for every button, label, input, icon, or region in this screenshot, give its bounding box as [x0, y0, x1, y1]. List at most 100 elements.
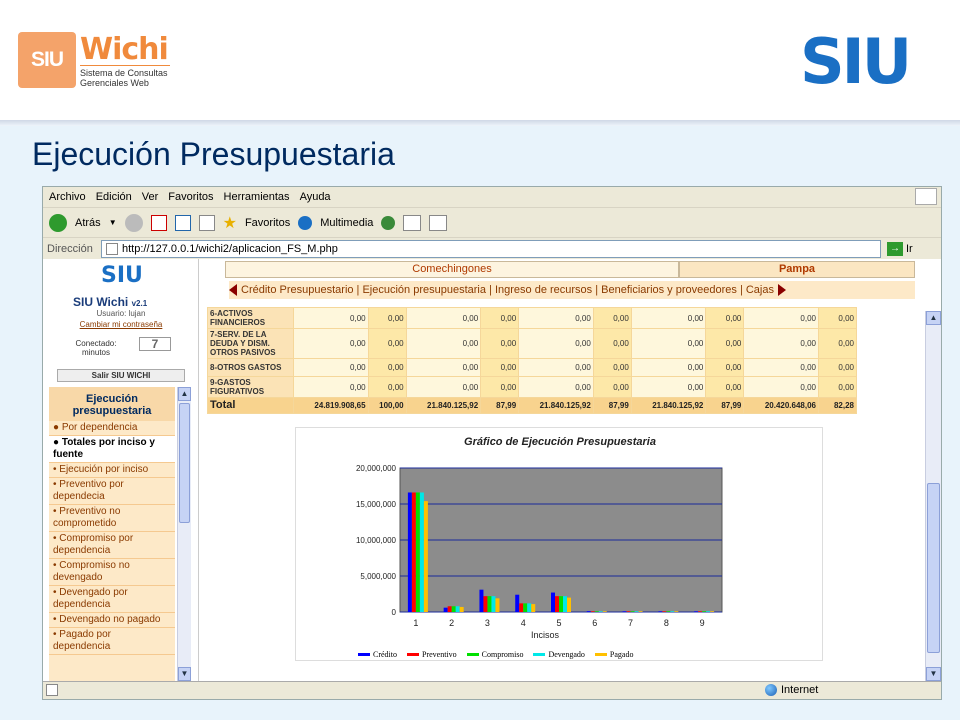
section-nav: Crédito Presupuestario | Ejecución presu… [229, 281, 915, 299]
stop-icon[interactable] [150, 214, 167, 231]
app-name: SIU Wichi [73, 295, 129, 309]
legend-item: Crédito [358, 650, 397, 659]
bar [702, 611, 707, 612]
mail-icon[interactable] [403, 214, 422, 231]
content-scrollbar[interactable]: ▲ ▼ [925, 311, 941, 681]
legend-item: Pagado [594, 650, 633, 659]
address-field[interactable]: http://127.0.0.1/wichi2/aplicacion_FS_M.… [101, 239, 881, 258]
refresh-icon[interactable] [174, 214, 191, 231]
back-button-label[interactable]: Atrás [75, 217, 101, 229]
favorites-button-label[interactable]: Favoritos [245, 217, 290, 229]
menu-favoritos[interactable]: Favoritos [168, 191, 213, 203]
table-cell: 24.819.908,65 [293, 397, 369, 414]
bar [634, 611, 639, 612]
content-scroll-down-arrow[interactable]: ▼ [926, 667, 941, 681]
multimedia-icon[interactable] [298, 215, 313, 230]
sidebar-menu-item[interactable]: • Devengado por dependencia [49, 586, 175, 613]
sidebar-menu-item[interactable]: • Preventivo por dependecia [49, 478, 175, 505]
menu-herramientas[interactable]: Herramientas [224, 191, 290, 203]
x-tick-label: 1 [413, 618, 418, 628]
sidebar-menu-item[interactable]: ● Por dependencia [49, 421, 175, 436]
sidebar-menu-item[interactable]: • Compromiso no devengado [49, 559, 175, 586]
bar [670, 611, 675, 612]
home-icon[interactable] [198, 214, 215, 231]
back-arrow-icon[interactable] [49, 213, 67, 232]
legend-swatch [407, 653, 419, 656]
table-cell: 0,00 [743, 376, 819, 398]
table-cell: 82,28 [818, 397, 857, 414]
table-cell: 87,99 [480, 397, 520, 414]
scroll-thumb[interactable] [179, 403, 190, 523]
chart-svg: 0 5,000,000 10,000,000 15,000,000 20,000,000… [356, 464, 723, 640]
back-dropdown-icon[interactable]: ▼ [109, 218, 117, 227]
bar [443, 607, 448, 612]
menu-ayuda[interactable]: Ayuda [300, 191, 331, 203]
favorites-star-icon[interactable]: ★ [223, 213, 237, 233]
content-scroll-thumb[interactable] [927, 483, 940, 653]
table-row: 7-SERV. DE LA DEUDA Y DISM. OTROS PASIVO… [207, 328, 857, 359]
table-cell: 0,00 [293, 376, 369, 398]
go-label[interactable]: Ir [906, 243, 913, 255]
table-cell: 0,00 [743, 307, 819, 329]
sidebar-app-name: SIU Wichi v2.1 [73, 295, 147, 309]
table-cell: 0,00 [293, 358, 369, 377]
table-cell: 0,00 [705, 376, 745, 398]
sidebar-menu-item[interactable]: • Compromiso por dependencia [49, 532, 175, 559]
table-cell: 0,00 [367, 328, 407, 359]
bar [415, 492, 420, 612]
scroll-down-arrow[interactable]: ▼ [178, 667, 191, 681]
bar [519, 603, 524, 612]
nav-right-arrow-icon[interactable] [777, 284, 786, 296]
bar [523, 603, 528, 612]
browser-toolbar: Atrás ▼ ★ Favoritos Multimedia [43, 207, 941, 237]
sidebar-menu-item[interactable]: • Preventivo no comprometido [49, 505, 175, 532]
sidebar-scrollbar[interactable]: ▲ ▼ [177, 387, 191, 681]
forward-arrow-icon[interactable] [124, 213, 143, 232]
menu-ver[interactable]: Ver [142, 191, 159, 203]
table-cell: 0,00 [630, 376, 707, 398]
table-row: 9-GASTOS FIGURATIVOS 0,00 0,00 0,00 0,00 0,00… [207, 376, 857, 398]
row-label: 6-ACTIVOS FINANCIEROS [207, 307, 294, 329]
table-cell: 0,00 [405, 358, 482, 377]
menu-archivo[interactable]: Archivo [49, 191, 86, 203]
sidebar-menu-item[interactable]: ● Totales por inciso y fuente [49, 436, 175, 463]
row-label: Total [207, 397, 294, 414]
go-arrow-icon[interactable]: → [887, 241, 903, 256]
bar [674, 611, 679, 612]
exit-button[interactable]: Salir SIU WICHI [57, 369, 185, 382]
change-password-link[interactable]: Cambiar mi contraseña [43, 320, 199, 329]
bar [479, 589, 484, 612]
y-tick-label: 20,000,000 [356, 464, 397, 473]
history-icon[interactable] [381, 215, 396, 230]
bar [567, 597, 571, 612]
menu-edicion[interactable]: Edición [96, 191, 132, 203]
section-nav-links[interactable]: Crédito Presupuestario | Ejecución presu… [241, 284, 774, 296]
tab-comechingones[interactable]: Comechingones [225, 261, 679, 278]
table-cell: 0,00 [818, 376, 857, 398]
windows-flag-icon [915, 188, 937, 205]
sidebar-menu-item[interactable]: • Pagado por dependencia [49, 628, 175, 655]
siu-mark: SIU [18, 32, 76, 88]
content-scroll-up-arrow[interactable]: ▲ [926, 311, 941, 325]
multimedia-button-label[interactable]: Multimedia [320, 217, 373, 229]
scroll-up-arrow[interactable]: ▲ [178, 387, 191, 401]
done-page-icon [46, 684, 58, 696]
table-cell: 21.840.125,92 [630, 397, 707, 414]
legend-item: Devengado [533, 650, 585, 659]
table-cell: 0,00 [630, 328, 707, 359]
row-label: 9-GASTOS FIGURATIVOS [207, 376, 294, 398]
table-cell: 21.840.125,92 [405, 397, 482, 414]
bar [563, 596, 567, 612]
print-icon[interactable] [429, 214, 448, 231]
url-text[interactable]: http://127.0.0.1/wichi2/aplicacion_FS_M.… [122, 243, 338, 255]
tab-pampa[interactable]: Pampa [679, 261, 915, 278]
sidebar-menu-item[interactable]: • Devengado no pagado [49, 613, 175, 628]
go-button[interactable]: → Ir [887, 241, 913, 256]
data-table: 6-ACTIVOS FINANCIEROS 0,00 0,00 0,00 0,00 0,0… [207, 307, 857, 414]
sidebar-menu-item[interactable]: • Ejecución por inciso [49, 463, 175, 478]
x-tick-label: 2 [449, 618, 454, 628]
x-axis-label: Incisos [531, 630, 560, 640]
nav-left-arrow-icon[interactable] [229, 284, 237, 296]
sidebar-menu-items: ● Por dependencia ● Totales por inciso y … [49, 421, 175, 655]
x-tick-label: 4 [521, 618, 526, 628]
